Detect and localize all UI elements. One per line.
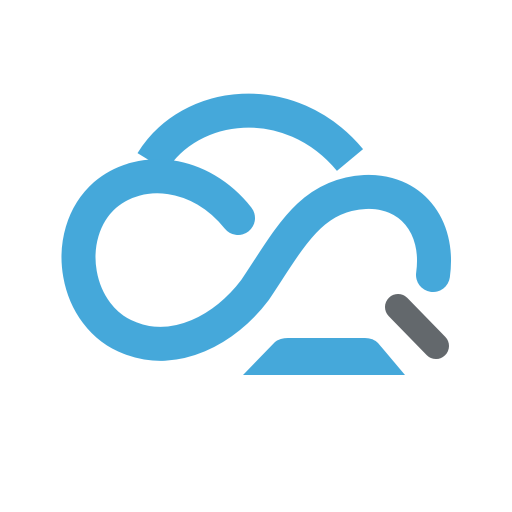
cloud-search-logo-icon: [61, 93, 451, 375]
cloud-top-arch: [137, 93, 364, 172]
logo-canvas: [0, 0, 512, 512]
cloud-left-lobe: [61, 159, 451, 361]
magnifier-handle: [385, 294, 449, 359]
cloud-base: [243, 338, 405, 375]
